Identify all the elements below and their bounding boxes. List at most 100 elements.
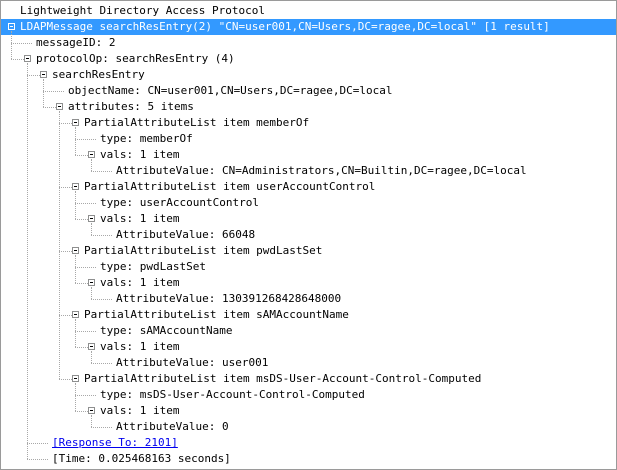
tree-guide-line (11, 43, 32, 45)
collapse-icon[interactable] (24, 55, 31, 62)
tree-guide-line (75, 411, 88, 413)
collapse-icon[interactable] (72, 119, 79, 126)
tree-guide-line (91, 287, 93, 299)
tree-row-label: type: sAMAccountName (100, 324, 233, 337)
tree-row[interactable]: vals: 1 item (1, 211, 616, 227)
tree-guide-line (27, 443, 48, 445)
tree-guide-line (75, 219, 88, 221)
collapse-icon[interactable] (8, 23, 15, 30)
tree-row-label: PartialAttributeList item msDS-User-Acco… (84, 372, 482, 385)
collapse-icon[interactable] (72, 311, 79, 318)
tree-row[interactable]: [Response To: 2101] (1, 435, 616, 451)
collapse-icon[interactable] (88, 343, 95, 350)
tree-guide-line (91, 299, 112, 301)
tree-row[interactable]: LDAPMessage searchResEntry(2) "CN=user00… (1, 19, 616, 35)
collapse-icon[interactable] (88, 151, 95, 158)
tree-row-label: messageID: 2 (36, 36, 116, 49)
tree-guide-line (75, 331, 96, 333)
tree-guide-line (11, 31, 13, 59)
tree-row[interactable]: PartialAttributeList item pwdLastSet (1, 243, 616, 259)
tree-guide-line (59, 187, 72, 189)
tree-row-label: AttributeValue: CN=Administrators,CN=Bui… (116, 164, 527, 177)
tree-guide-line (75, 319, 77, 347)
collapse-icon[interactable] (72, 375, 79, 382)
tree-row-label: PartialAttributeList item sAMAccountName (84, 308, 349, 321)
tree-row-label: AttributeValue: 130391268428648000 (116, 292, 342, 305)
tree-row-label: PartialAttributeList item userAccountCon… (84, 180, 376, 193)
tree-guide-line (75, 155, 88, 157)
tree-row[interactable]: PartialAttributeList item msDS-User-Acco… (1, 371, 616, 387)
tree-row[interactable]: PartialAttributeList item memberOf (1, 115, 616, 131)
tree-row-label: AttributeValue: 0 (116, 420, 229, 433)
tree-row[interactable]: searchResEntry (1, 67, 616, 83)
collapse-icon[interactable] (72, 247, 79, 254)
tree-row[interactable]: vals: 1 item (1, 339, 616, 355)
tree-guide-line (27, 459, 48, 461)
tree-guide-line (75, 267, 96, 269)
collapse-icon[interactable] (56, 103, 63, 110)
tree-row-label: [Time: 0.025468163 seconds] (52, 452, 231, 465)
tree-guide-line (43, 91, 64, 93)
tree-guide-line (59, 251, 72, 253)
tree-guide-line (75, 191, 77, 219)
tree-row[interactable]: attributes: 5 items (1, 99, 616, 115)
tree-row-label: type: pwdLastSet (100, 260, 206, 273)
tree-guide-line (59, 123, 72, 125)
tree-row[interactable]: PartialAttributeList item userAccountCon… (1, 179, 616, 195)
tree-guide-line (11, 59, 24, 61)
tree-guide-line (91, 351, 93, 363)
tree-row[interactable]: objectName: CN=user001,CN=Users,DC=ragee… (1, 83, 616, 99)
tree-guide-line (27, 63, 29, 459)
tree-guide-line (59, 379, 72, 381)
tree-guide-line (75, 203, 96, 205)
packet-tree: Lightweight Directory Access Protocol LDA… (1, 1, 616, 467)
tree-guide-line (91, 415, 93, 427)
tree-row-label: objectName: CN=user001,CN=Users,DC=ragee… (68, 84, 393, 97)
collapse-icon[interactable] (88, 215, 95, 222)
tree-row[interactable]: vals: 1 item (1, 147, 616, 163)
packet-details-pane: Lightweight Directory Access Protocol LDA… (0, 0, 617, 470)
tree-row-label: attributes: 5 items (68, 100, 194, 113)
tree-guide-line (91, 223, 93, 235)
collapse-icon[interactable] (88, 279, 95, 286)
tree-row-label: vals: 1 item (100, 148, 180, 161)
tree-guide-line (75, 283, 88, 285)
tree-guide-line (91, 427, 112, 429)
tree-guide-line (75, 139, 96, 141)
tree-guide-line (91, 235, 112, 237)
tree-guide-line (59, 315, 72, 317)
tree-row-label: vals: 1 item (100, 276, 180, 289)
tree-row[interactable]: vals: 1 item (1, 403, 616, 419)
tree-row-label: PartialAttributeList item pwdLastSet (84, 244, 323, 257)
tree-guide-line (59, 111, 61, 379)
tree-guide-line (91, 159, 93, 171)
tree-row-label: vals: 1 item (100, 404, 180, 417)
collapse-icon[interactable] (88, 407, 95, 414)
tree-guide-line (43, 79, 45, 107)
tree-row[interactable]: [Time: 0.025468163 seconds] (1, 451, 616, 467)
tree-row-label: AttributeValue: 66048 (116, 228, 256, 241)
tree-row-label: type: userAccountControl (100, 196, 259, 209)
tree-guide-line (75, 383, 77, 411)
tree-guide-line (75, 395, 96, 397)
tree-row-label: Lightweight Directory Access Protocol (20, 4, 266, 17)
tree-guide-line (91, 363, 112, 365)
tree-row-label: vals: 1 item (100, 340, 180, 353)
tree-row-label: AttributeValue: user001 (116, 356, 269, 369)
tree-guide-line (27, 75, 40, 77)
tree-row[interactable]: protocolOp: searchResEntry (4) (1, 51, 616, 67)
tree-row-label: PartialAttributeList item memberOf (84, 116, 310, 129)
tree-row-label: vals: 1 item (100, 212, 180, 225)
tree-row[interactable]: PartialAttributeList item sAMAccountName (1, 307, 616, 323)
collapse-icon[interactable] (40, 71, 47, 78)
collapse-icon[interactable] (72, 183, 79, 190)
tree-row[interactable]: Lightweight Directory Access Protocol (1, 3, 616, 19)
tree-row-label: searchResEntry (52, 68, 145, 81)
tree-row-label: type: msDS-User-Account-Control-Computed (100, 388, 365, 401)
tree-row[interactable]: vals: 1 item (1, 275, 616, 291)
response-link[interactable]: [Response To: 2101] (52, 435, 178, 451)
tree-row-label: type: memberOf (100, 132, 193, 145)
tree-row[interactable]: messageID: 2 (1, 35, 616, 51)
tree-row-label: protocolOp: searchResEntry (4) (36, 52, 235, 65)
tree-guide-line (75, 347, 88, 349)
